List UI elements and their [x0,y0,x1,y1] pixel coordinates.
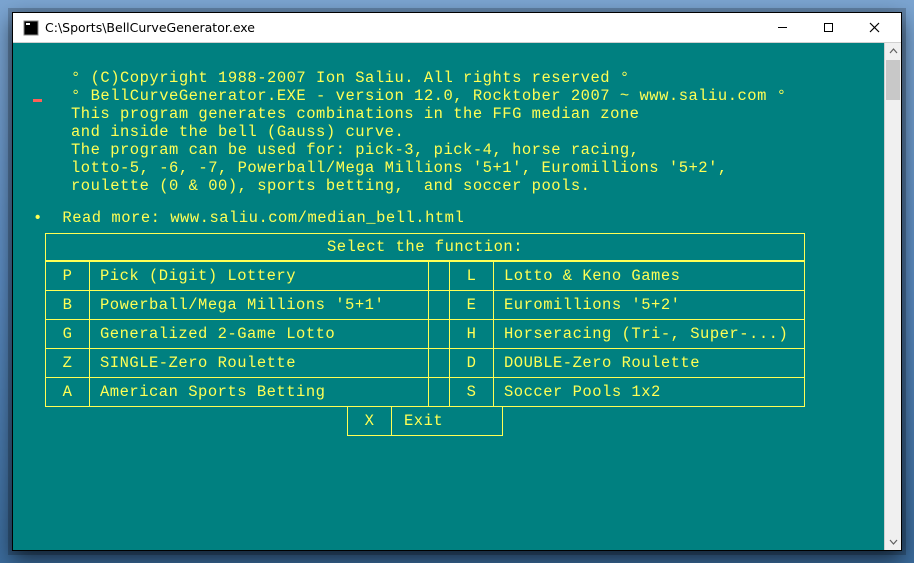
menu-divider [428,377,450,406]
intro-text: ° (C)Copyright 1988-2007 Ion Saliu. All … [19,51,884,195]
minimize-icon [777,22,788,33]
titlebar[interactable]: C:\Sports\BellCurveGenerator.exe [13,13,901,43]
console-area: ° (C)Copyright 1988-2007 Ion Saliu. All … [13,43,901,550]
text-cursor [33,99,42,102]
scroll-down-button[interactable] [885,533,901,550]
scroll-up-button[interactable] [885,43,901,60]
menu-key-s[interactable]: S [450,377,494,406]
menu-key-z[interactable]: Z [46,348,90,377]
intro-line: roulette (0 & 00), sports betting, and s… [71,177,590,195]
menu-label[interactable]: Generalized 2-Game Lotto [90,319,428,348]
menu-key-g[interactable]: G [46,319,90,348]
menu-divider [428,290,450,319]
menu-divider [428,319,450,348]
menu-key-b[interactable]: B [46,290,90,319]
intro-line: ° BellCurveGenerator.EXE - version 12.0,… [71,87,787,105]
menu-label[interactable]: Horseracing (Tri-, Super-...) [494,319,804,348]
minimize-button[interactable] [759,14,805,42]
menu-row: G Generalized 2-Game Lotto H Horseracing… [46,319,804,348]
chevron-up-icon [889,47,898,56]
menu-row: P Pick (Digit) Lottery L Lotto & Keno Ga… [46,261,804,290]
maximize-button[interactable] [805,14,851,42]
intro-line: ° (C)Copyright 1988-2007 Ion Saliu. All … [71,69,630,87]
intro-line: This program generates combinations in t… [71,105,640,123]
menu-key-l[interactable]: L [450,261,494,290]
menu-label[interactable]: American Sports Betting [90,377,428,406]
app-window: C:\Sports\BellCurveGenerator.exe ° (C)Co… [12,12,902,551]
menu-row: B Powerball/Mega Millions '5+1' E Euromi… [46,290,804,319]
vertical-scrollbar[interactable] [884,43,901,550]
menu-label[interactable]: Lotto & Keno Games [494,261,804,290]
menu-key-d[interactable]: D [450,348,494,377]
window-title: C:\Sports\BellCurveGenerator.exe [45,20,759,35]
menu-label[interactable]: Euromillions '5+2' [494,290,804,319]
app-icon [23,20,39,36]
scroll-thumb[interactable] [886,60,900,100]
menu-label[interactable]: Soccer Pools 1x2 [494,377,804,406]
menu-key-p[interactable]: P [46,261,90,290]
intro-line: and inside the bell (Gauss) curve. [71,123,404,141]
read-more-line: • Read more: www.saliu.com/median_bell.h… [19,209,884,227]
close-icon [869,22,880,33]
intro-line: The program can be used for: pick-3, pic… [71,141,640,159]
read-more-url: www.saliu.com/median_bell.html [170,209,464,227]
menu-label[interactable]: Pick (Digit) Lottery [90,261,428,290]
menu-key-a[interactable]: A [46,377,90,406]
close-button[interactable] [851,14,897,42]
window-controls [759,14,897,42]
exit-option[interactable]: X Exit [347,407,503,436]
intro-line: lotto-5, -6, -7, Powerball/Mega Millions… [71,159,728,177]
exit-row: X Exit [45,407,805,436]
console-output[interactable]: ° (C)Copyright 1988-2007 Ion Saliu. All … [13,43,884,550]
exit-label[interactable]: Exit [392,407,502,435]
menu-divider [428,348,450,377]
bullet-icon: • Read more: [33,209,170,227]
menu-key-e[interactable]: E [450,290,494,319]
function-menu: Select the function: P Pick (Digit) Lott… [45,233,805,407]
menu-label[interactable]: Powerball/Mega Millions '5+1' [90,290,428,319]
chevron-down-icon [889,537,898,546]
menu-label[interactable]: DOUBLE-Zero Roulette [494,348,804,377]
menu-key-h[interactable]: H [450,319,494,348]
maximize-icon [823,22,834,33]
menu-row: Z SINGLE-Zero Roulette D DOUBLE-Zero Rou… [46,348,804,377]
menu-header: Select the function: [46,234,804,261]
menu-divider [428,261,450,290]
menu-row: A American Sports Betting S Soccer Pools… [46,377,804,406]
menu-key-x[interactable]: X [348,407,392,435]
menu-label[interactable]: SINGLE-Zero Roulette [90,348,428,377]
